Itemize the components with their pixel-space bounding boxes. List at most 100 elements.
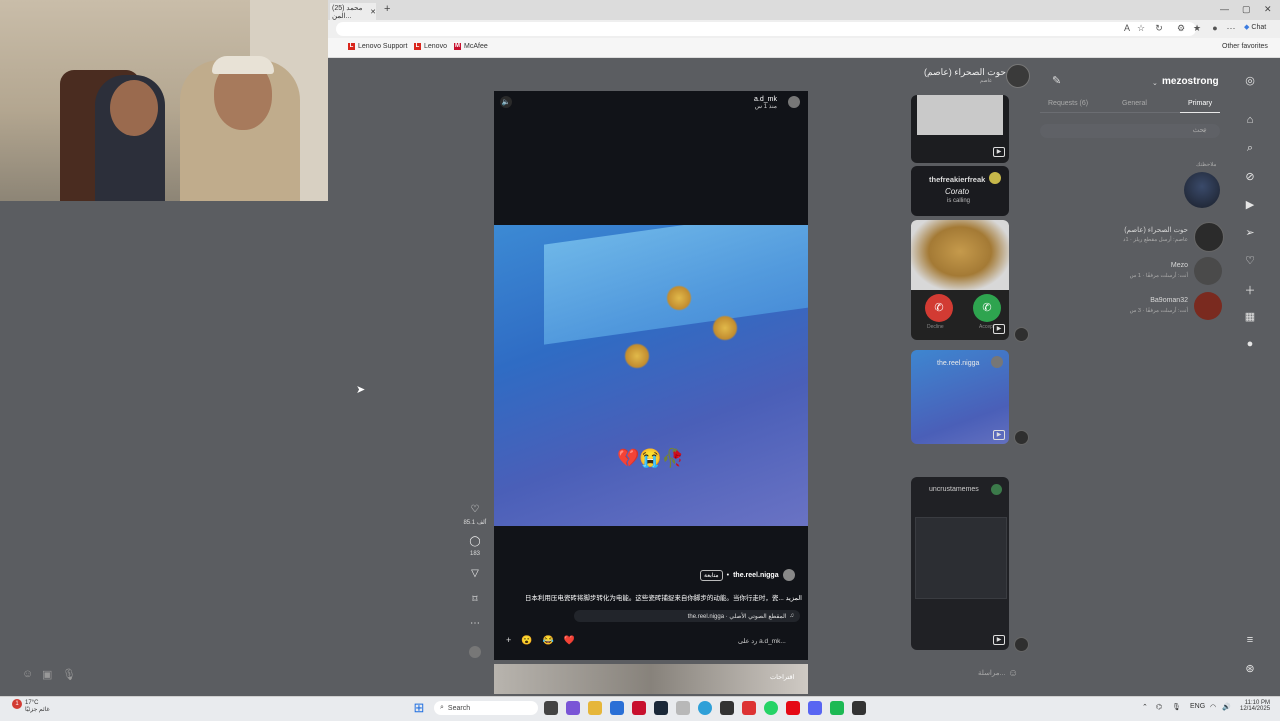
favorite-star-icon[interactable]: ☆	[1136, 23, 1146, 33]
snail-reel-bubble[interactable]: the.reel.nigga ▶	[911, 350, 1009, 444]
dm-search-input[interactable]: بحث	[1040, 124, 1220, 138]
menu-icon[interactable]: ≡	[1241, 634, 1259, 646]
more-icon[interactable]: ⋯	[468, 618, 482, 629]
notifications-icon[interactable]: ♡	[1241, 254, 1259, 267]
instagram-logo-icon[interactable]: ◎	[1241, 74, 1259, 87]
reel-author-avatar[interactable]	[782, 569, 795, 581]
microphone-icon[interactable]: 🎙	[62, 668, 76, 681]
conversation-name[interactable]: حوت الصحراء (عاصم)	[924, 67, 1006, 78]
dm-item-avatar[interactable]	[1194, 222, 1224, 252]
mute-icon[interactable]: 🔈	[500, 96, 512, 108]
browser-tab[interactable]: (25) محمد المن... ✕	[330, 3, 376, 20]
minimize-button[interactable]: —	[1220, 4, 1229, 14]
netflix-icon[interactable]	[786, 701, 800, 715]
conversation-avatar[interactable]	[1006, 64, 1030, 88]
emoji-picker-icon[interactable]: ☺	[1008, 668, 1018, 679]
tab-general[interactable]: General	[1122, 100, 1147, 107]
search-icon[interactable]: ⌕	[1241, 142, 1259, 155]
reels-icon[interactable]: ▶	[1241, 198, 1259, 211]
call-post-bubble[interactable]: thefreakierfreak Corato is calling	[911, 166, 1009, 216]
comment-icon[interactable]: ◯	[468, 536, 482, 547]
more-menu-icon[interactable]: ⋯	[1226, 23, 1236, 33]
spotify-icon[interactable]	[830, 701, 844, 715]
extensions-icon[interactable]: ⚙	[1176, 23, 1186, 33]
bookmark-lenovo[interactable]: L Lenovo	[414, 43, 447, 50]
home-icon[interactable]: ⌂	[1241, 114, 1259, 126]
audio-avatar[interactable]	[469, 646, 481, 658]
add-reaction-icon[interactable]: +	[506, 635, 511, 645]
steam-icon[interactable]	[654, 701, 668, 715]
next-reel-preview[interactable]	[494, 664, 808, 694]
dashboard-icon[interactable]: ▦	[1241, 310, 1259, 323]
mic-icon[interactable]: 🎙	[1172, 703, 1181, 711]
dm-username[interactable]: mezostrong	[1162, 76, 1219, 87]
cat-call-bubble[interactable]: ✆ ✆ Decline Accept ▶	[911, 220, 1009, 340]
compose-icon[interactable]: ✎	[1052, 74, 1061, 87]
sticker-icon[interactable]: ☺	[22, 668, 33, 680]
chevron-down-icon[interactable]: ⌄	[1152, 79, 1158, 87]
weather-widget[interactable]: 17°C غائم جزئيًا	[25, 700, 50, 713]
file-explorer-icon[interactable]	[588, 701, 602, 715]
reel-video-frame[interactable]	[494, 225, 808, 526]
save-icon[interactable]: ⌑	[468, 594, 482, 605]
store-icon[interactable]	[610, 701, 624, 715]
reel-user-avatar[interactable]	[788, 96, 800, 108]
like-icon[interactable]: ♡	[468, 504, 482, 515]
create-icon[interactable]: ＋	[1241, 282, 1259, 298]
mcafee-icon[interactable]	[632, 701, 646, 715]
app-icon[interactable]	[720, 701, 734, 715]
wifi-icon[interactable]: ◠	[1210, 703, 1216, 711]
taskbar-search[interactable]: ⌕ Search	[434, 701, 538, 715]
messages-icon[interactable]: ➢	[1241, 226, 1259, 239]
discord-icon[interactable]	[808, 701, 822, 715]
read-aloud-icon[interactable]: A	[1122, 23, 1132, 33]
terminal-icon[interactable]	[852, 701, 866, 715]
tab-requests[interactable]: Requests (6)	[1048, 100, 1088, 107]
dm-item-name[interactable]: Ba9oman32	[1050, 297, 1188, 304]
volume-icon[interactable]: 🔊	[1222, 703, 1231, 711]
threads-icon[interactable]: ⊛	[1241, 662, 1259, 675]
reply-input[interactable]: رد على a.d_mk...	[738, 637, 786, 645]
message-input[interactable]: مراسلة...	[978, 669, 1005, 677]
dm-item-name[interactable]: حوت الصحراء (عاصم)	[1050, 226, 1188, 234]
clock[interactable]: 11:10 PM 12/14/2025	[1240, 700, 1270, 712]
tray-overflow-icon[interactable]: ⌃	[1142, 703, 1148, 711]
favorites-icon[interactable]: ★	[1192, 23, 1202, 33]
dm-item-avatar[interactable]	[1194, 257, 1222, 285]
notification-badge[interactable]: 1	[12, 699, 22, 709]
sender-avatar[interactable]	[1014, 430, 1029, 445]
maximize-button[interactable]: ▢	[1242, 4, 1251, 15]
whatsapp-icon[interactable]	[764, 701, 778, 715]
task-view-icon[interactable]	[544, 701, 558, 715]
address-field[interactable]	[336, 22, 1196, 36]
network-icon[interactable]: ⌬	[1156, 703, 1162, 711]
windows-start-icon[interactable]: ⊞	[412, 701, 426, 715]
gallery-icon[interactable]: ▣	[42, 668, 52, 681]
settings-icon[interactable]	[676, 701, 690, 715]
bookmark-mcafee[interactable]: M McAfee	[454, 43, 488, 50]
meme-reel-bubble[interactable]: uncrustamemes ▶	[911, 477, 1009, 650]
copilot-icon[interactable]	[566, 701, 580, 715]
edge-icon[interactable]	[698, 701, 712, 715]
reel-caption[interactable]: 日本利用压电瓷砖将脚步转化为电能。这些瓷砖捕捉来自你脚步的动能。当你行走时，瓷.…	[504, 592, 802, 602]
dm-item-avatar[interactable]	[1194, 292, 1222, 320]
dm-item-name[interactable]: Mezo	[1050, 262, 1188, 269]
profile-icon[interactable]: ●	[1241, 338, 1259, 350]
refresh-icon[interactable]: ↻	[1154, 23, 1164, 33]
close-window-button[interactable]: ✕	[1264, 4, 1272, 15]
reaction-heart[interactable]: ❤️	[564, 635, 575, 646]
bookmark-lenovo-support[interactable]: L Lenovo Support	[348, 43, 407, 50]
sender-avatar[interactable]	[1014, 637, 1029, 652]
reel-author[interactable]: the.reel.nigga	[733, 572, 779, 579]
reel-audio[interactable]: the.reel.nigga · المقطع الصوتي الأصلي ♫	[574, 610, 800, 622]
reaction-laughing[interactable]: 😂	[542, 635, 553, 646]
new-tab-button[interactable]: +	[384, 3, 390, 15]
tab-primary[interactable]: Primary	[1188, 100, 1212, 107]
app-icon[interactable]	[742, 701, 756, 715]
reel-username[interactable]: a.d_mk	[754, 96, 777, 103]
tab-close-icon[interactable]: ✕	[370, 8, 376, 16]
share-icon[interactable]: ▽	[468, 568, 482, 579]
copilot-chat-button[interactable]: ◆ Chat	[1244, 23, 1266, 32]
shared-post-bubble[interactable]: ▶	[911, 95, 1009, 163]
my-note-avatar[interactable]	[1184, 172, 1220, 208]
